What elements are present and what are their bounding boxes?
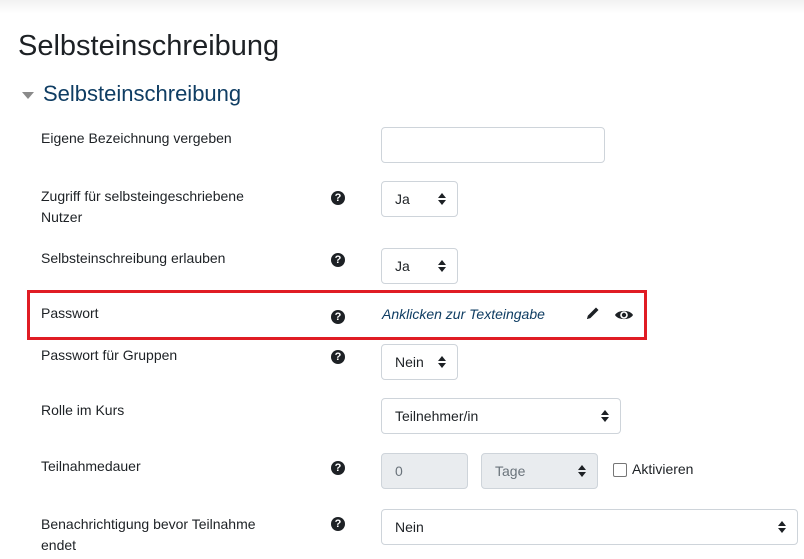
section-header[interactable]: Selbsteinschreibung: [22, 81, 241, 107]
select-arrows-icon: [601, 409, 609, 423]
notify-label: Benachrichtigung bevor Teilnahme endet: [41, 516, 256, 553]
select-arrows-icon: [578, 464, 586, 478]
help-icon[interactable]: ?: [331, 350, 345, 364]
pencil-icon[interactable]: [585, 305, 601, 326]
allow-enrol-select-value: Ja: [395, 258, 410, 274]
help-icon[interactable]: ?: [331, 310, 345, 324]
access-select-value: Ja: [395, 191, 410, 207]
duration-unit-value: Tage: [495, 463, 526, 479]
duration-number-input[interactable]: 0: [381, 453, 468, 489]
custom-name-label: Eigene Bezeichnung vergeben: [41, 130, 232, 146]
select-arrows-icon: [438, 192, 446, 206]
help-icon[interactable]: ?: [331, 191, 345, 205]
duration-number-value: 0: [395, 463, 403, 479]
custom-name-input[interactable]: [381, 127, 605, 163]
notify-select-value: Nein: [395, 519, 424, 535]
group-password-select-value: Nein: [395, 354, 424, 370]
allow-enrol-select[interactable]: Ja: [381, 248, 458, 284]
group-password-select[interactable]: Nein: [381, 344, 458, 380]
role-select-value: Teilnehmer/in: [395, 408, 479, 424]
help-icon[interactable]: ?: [331, 517, 345, 531]
section-title[interactable]: Selbsteinschreibung: [43, 81, 241, 107]
role-label: Rolle im Kurs: [41, 402, 125, 418]
help-icon[interactable]: ?: [331, 461, 345, 475]
access-select[interactable]: Ja: [381, 181, 458, 217]
help-icon[interactable]: ?: [331, 253, 345, 267]
notify-select[interactable]: Nein: [381, 509, 798, 545]
password-edit-link[interactable]: Anklicken zur Texteingabe: [382, 306, 545, 322]
access-label: Zugriff für selbsteingeschriebene Nutzer: [41, 188, 244, 225]
page-title: Selbsteinschreibung: [18, 30, 280, 62]
password-label: Passwort: [41, 305, 99, 321]
eye-icon[interactable]: [614, 308, 634, 327]
group-password-label: Passwort für Gruppen: [41, 347, 178, 363]
duration-enable-label[interactable]: Aktivieren: [632, 461, 693, 477]
role-select[interactable]: Teilnehmer/in: [381, 398, 621, 434]
duration-unit-select[interactable]: Tage: [481, 453, 598, 489]
allow-enrol-label: Selbsteinschreibung erlauben: [41, 250, 226, 266]
duration-enable-checkbox[interactable]: [613, 463, 627, 477]
select-arrows-icon: [438, 259, 446, 273]
caret-down-icon[interactable]: [22, 91, 34, 99]
duration-label: Teilnahmedauer: [41, 458, 141, 474]
select-arrows-icon: [778, 520, 786, 534]
select-arrows-icon: [438, 355, 446, 369]
top-bar: [0, 0, 804, 14]
